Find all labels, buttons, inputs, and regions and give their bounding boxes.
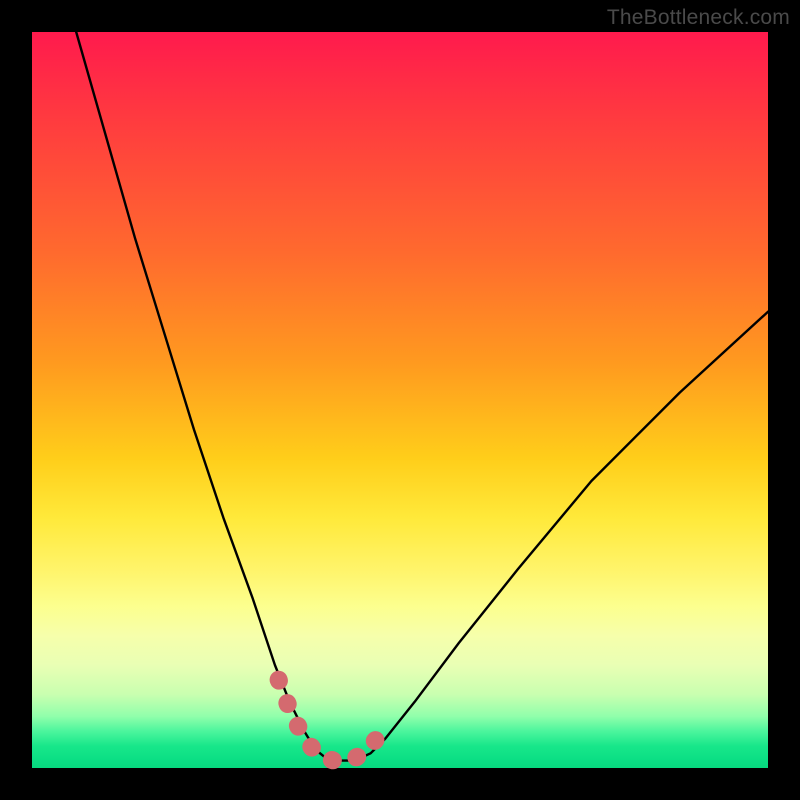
plot-area <box>32 32 768 768</box>
chart-frame: TheBottleneck.com <box>0 0 800 800</box>
bottleneck-curve <box>76 32 768 761</box>
curve-svg <box>32 32 768 768</box>
highlight-band <box>279 680 389 761</box>
watermark-label: TheBottleneck.com <box>607 6 790 30</box>
